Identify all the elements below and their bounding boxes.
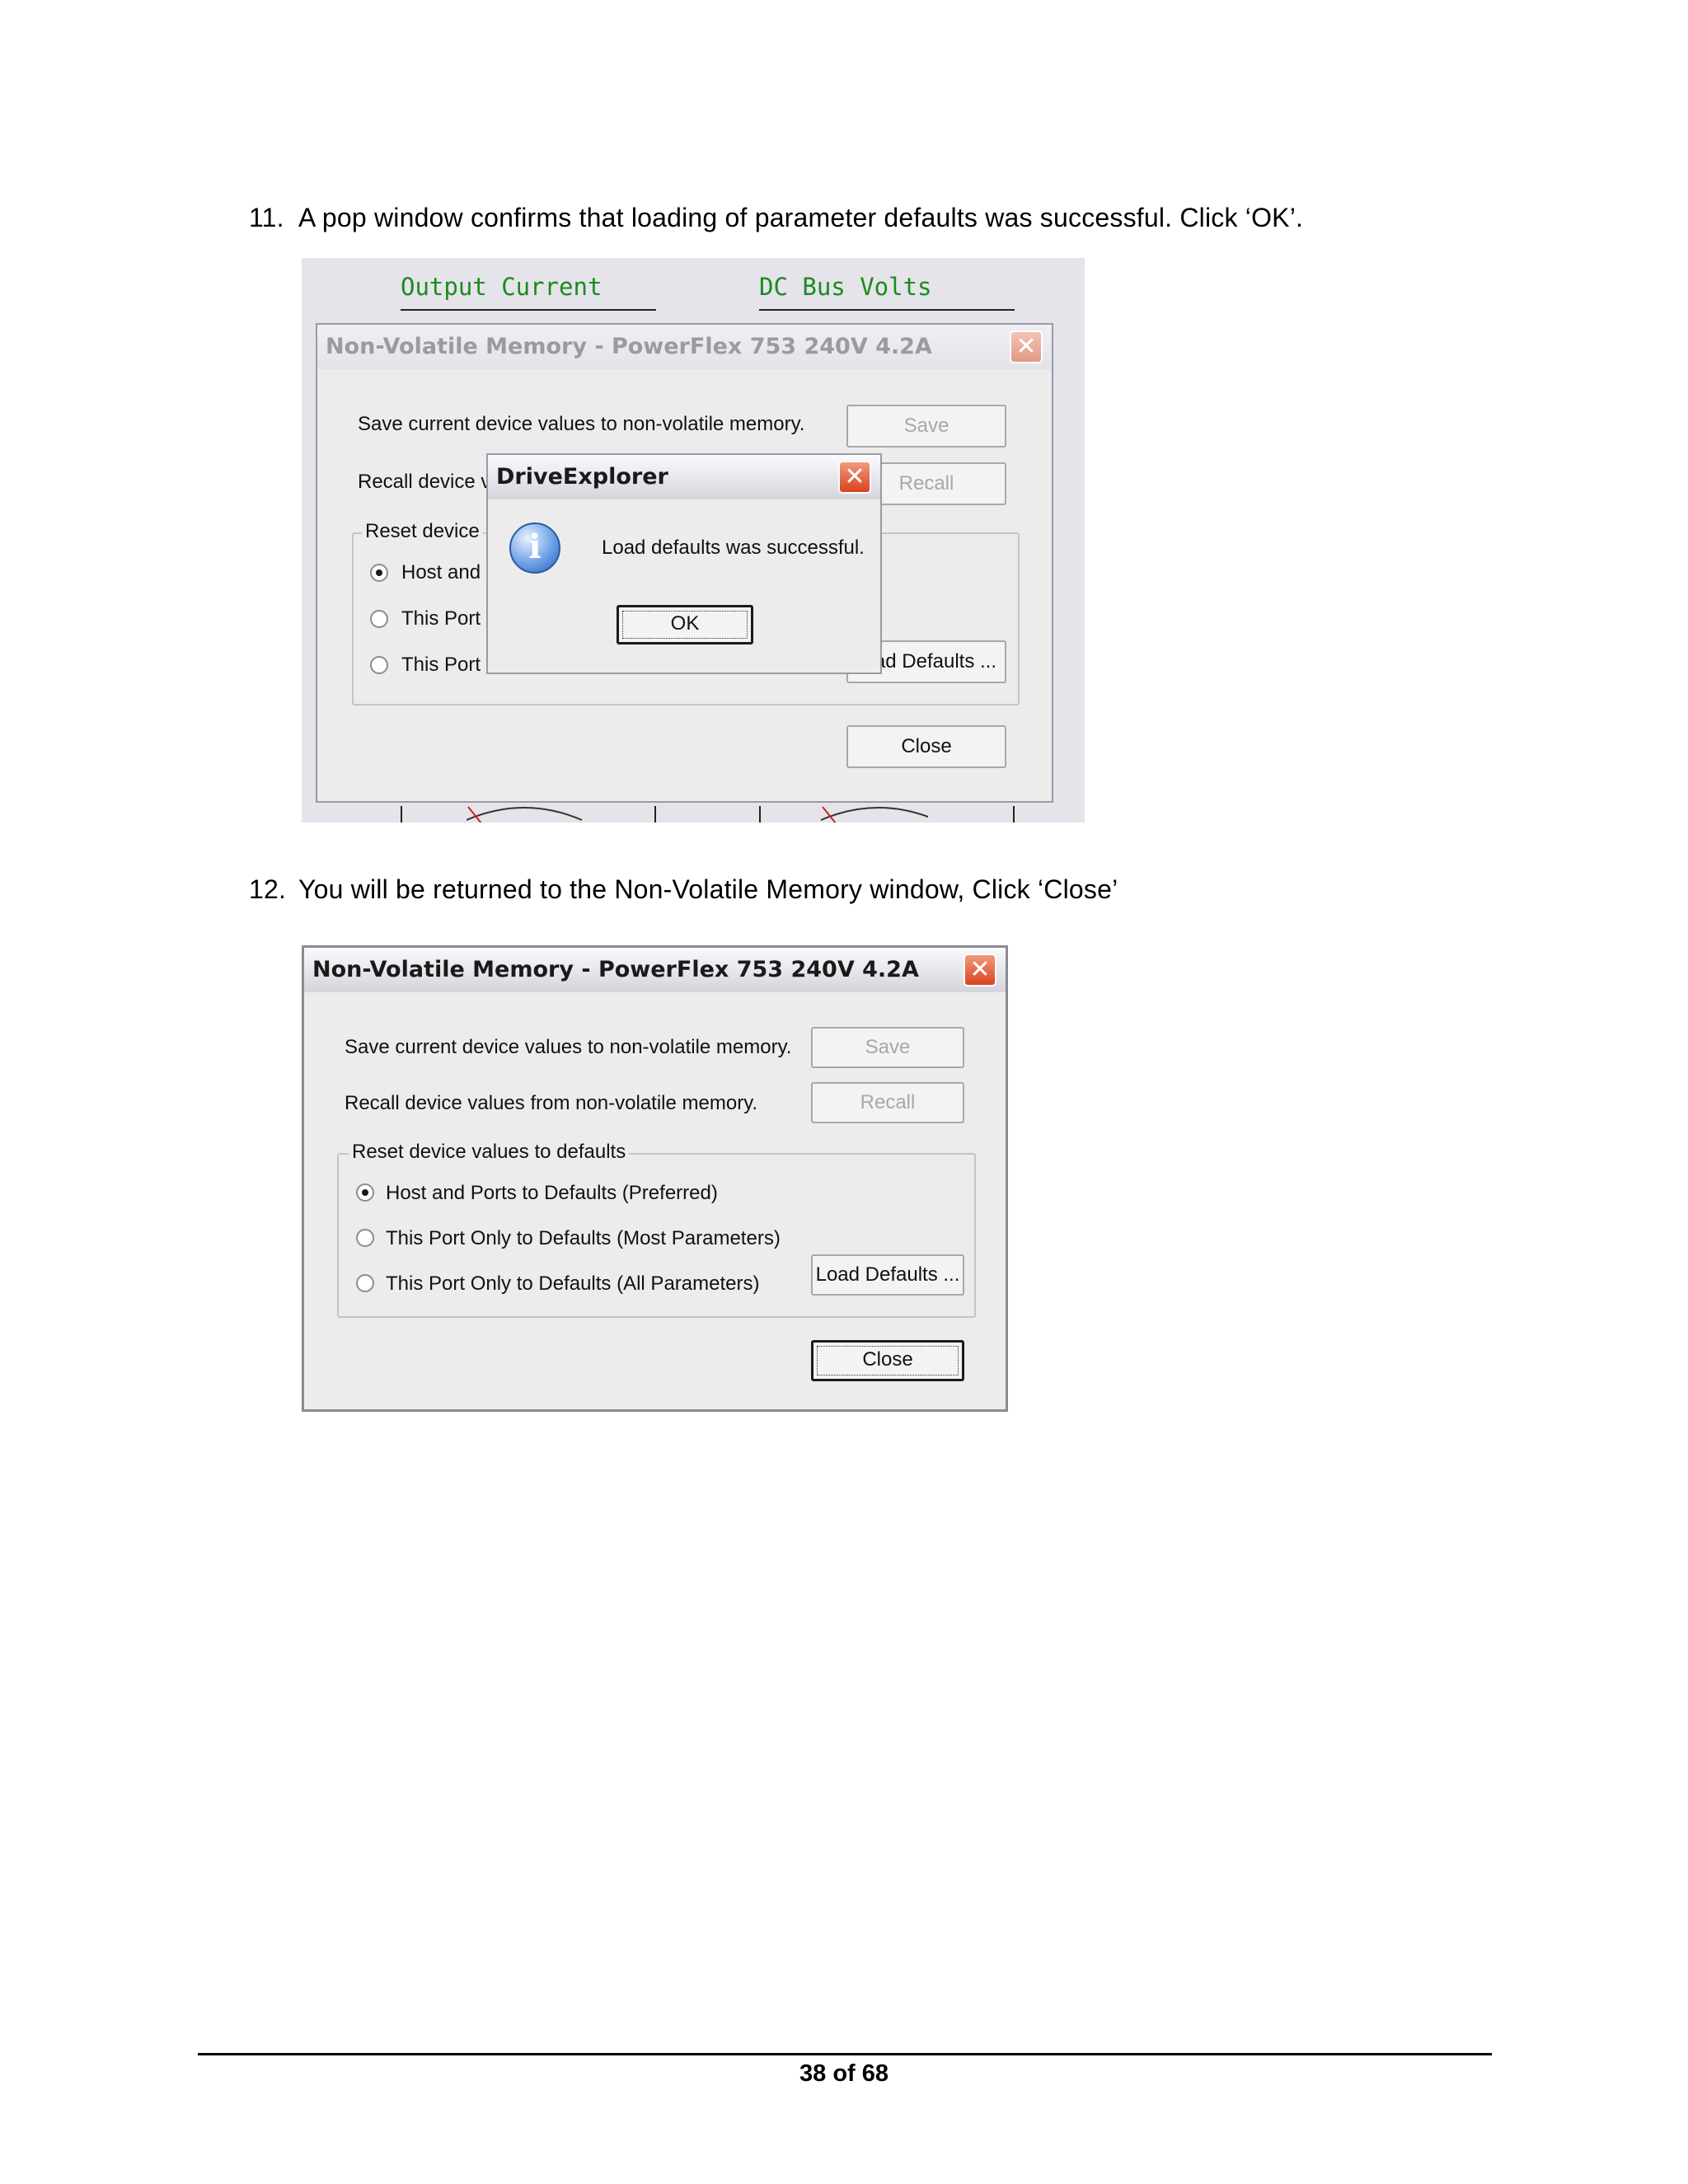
- info-dialog-window: DriveExplorer ✕ i Load defaults was succ…: [486, 453, 882, 674]
- output-current-gauge-title: Output Current: [401, 273, 603, 301]
- step-12-instruction: 12. You will be returned to the Non-Volat…: [249, 874, 1118, 905]
- option-this-port-all-label: This Port: [401, 654, 481, 676]
- step-text: You will be returned to the Non-Volatile…: [298, 874, 1118, 904]
- ok-button[interactable]: OK: [617, 605, 753, 644]
- option-host-and-ports-label: Host and: [401, 561, 481, 583]
- close-icon[interactable]: ✕: [838, 461, 871, 494]
- reset-defaults-group-title: Reset device: [362, 520, 483, 543]
- option-this-port-most-label: This Port: [401, 607, 481, 630]
- gauge-frame-edge: [401, 806, 402, 823]
- gauge-frame-edge: [1013, 806, 1015, 823]
- option-this-port-most-label: This Port Only to Defaults (Most Paramet…: [386, 1227, 781, 1249]
- option-this-port-all-label: This Port Only to Defaults (All Paramete…: [386, 1272, 760, 1295]
- option-this-port-most-radio[interactable]: [356, 1229, 374, 1247]
- recall-button[interactable]: Recall: [811, 1082, 964, 1123]
- reset-defaults-group-title: Reset device values to defaults: [349, 1141, 630, 1164]
- page-number: 38 of 68: [799, 2060, 889, 2087]
- close-icon[interactable]: ✕: [1010, 330, 1043, 363]
- step-number: 11.: [249, 203, 284, 232]
- gauge-frame-top: [401, 309, 656, 311]
- gauge-dials: [467, 806, 928, 823]
- save-label: Save current device values to non-volati…: [358, 413, 805, 435]
- option-this-port-most-radio[interactable]: [370, 610, 388, 628]
- screenshot-nvm-dialog: Non-Volatile Memory - PowerFlex 753 240V…: [302, 945, 1008, 1412]
- gauge-frame-top: [759, 309, 1015, 311]
- recall-label: Recall device values from non-volatile m…: [345, 1092, 758, 1114]
- nvm-dialog-title: Non-Volatile Memory - PowerFlex 753 240V…: [317, 325, 1052, 369]
- option-this-port-all-radio[interactable]: [370, 656, 388, 674]
- nvm-dialog-title: Non-Volatile Memory - PowerFlex 753 240V…: [304, 948, 1006, 992]
- load-defaults-button[interactable]: Load Defaults ...: [811, 1254, 964, 1296]
- option-this-port-all-radio[interactable]: [356, 1274, 374, 1292]
- option-host-and-ports-radio[interactable]: [370, 564, 388, 582]
- footer-divider: [198, 2053, 1492, 2055]
- step-number: 12.: [249, 874, 287, 904]
- save-button[interactable]: Save: [811, 1027, 964, 1068]
- step-11-instruction: 11. A pop window confirms that loading of…: [249, 203, 1303, 233]
- close-button[interactable]: Close: [846, 725, 1006, 768]
- information-icon: i: [509, 523, 560, 574]
- recall-label: Recall device v: [358, 471, 491, 493]
- close-button[interactable]: Close: [811, 1340, 964, 1381]
- dc-bus-volts-gauge-title: DC Bus Volts: [759, 273, 932, 301]
- nvm-dialog-window: Non-Volatile Memory - PowerFlex 753 240V…: [302, 945, 1008, 1412]
- option-host-and-ports-label: Host and Ports to Defaults (Preferred): [386, 1182, 718, 1204]
- close-icon[interactable]: ✕: [964, 954, 996, 987]
- info-dialog-title: DriveExplorer: [488, 455, 880, 499]
- option-host-and-ports-radio[interactable]: [356, 1183, 374, 1202]
- info-message: Load defaults was successful.: [602, 537, 865, 559]
- save-button[interactable]: Save: [846, 405, 1006, 448]
- ok-button-label: OK: [670, 612, 700, 635]
- close-button-label: Close: [862, 1348, 913, 1371]
- save-label: Save current device values to non-volati…: [345, 1036, 792, 1058]
- screenshot-load-defaults-success: Output Current DC Bus Volts Non-Volatile…: [302, 258, 1085, 823]
- step-text: A pop window confirms that loading of pa…: [298, 203, 1304, 232]
